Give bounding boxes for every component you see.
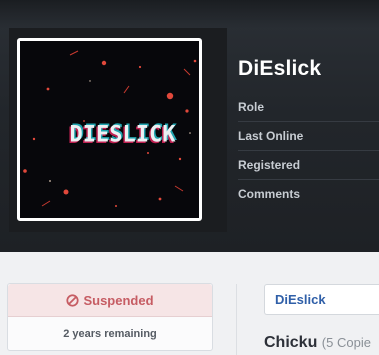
divider (236, 284, 237, 355)
avatar-text: DIESLICK (70, 123, 177, 148)
profile-page: DIESLICK DIESLICK DIESLICK DiEslick Role… (0, 0, 379, 355)
tab-username[interactable]: DiEslick (264, 284, 379, 315)
ban-icon (66, 293, 80, 307)
field-role-label: Role (238, 93, 379, 122)
field-last-online-label: Last Online (238, 122, 379, 151)
status-card: Suspended 2 years remaining (7, 283, 213, 351)
item-heading[interactable]: Chicku (5 Copie (264, 334, 371, 352)
item-meta: (5 Copie (321, 335, 371, 350)
field-comments-label: Comments (238, 187, 301, 201)
profile-username: DiEslick (238, 57, 322, 80)
field-registered-label: Registered (238, 151, 379, 180)
avatar[interactable]: DIESLICK DIESLICK DIESLICK (17, 38, 202, 221)
status-remaining: 2 years remaining (63, 327, 157, 340)
status-badge: Suspended (8, 284, 212, 317)
status-label: Suspended (83, 292, 154, 308)
item-title: Chicku (264, 334, 318, 351)
